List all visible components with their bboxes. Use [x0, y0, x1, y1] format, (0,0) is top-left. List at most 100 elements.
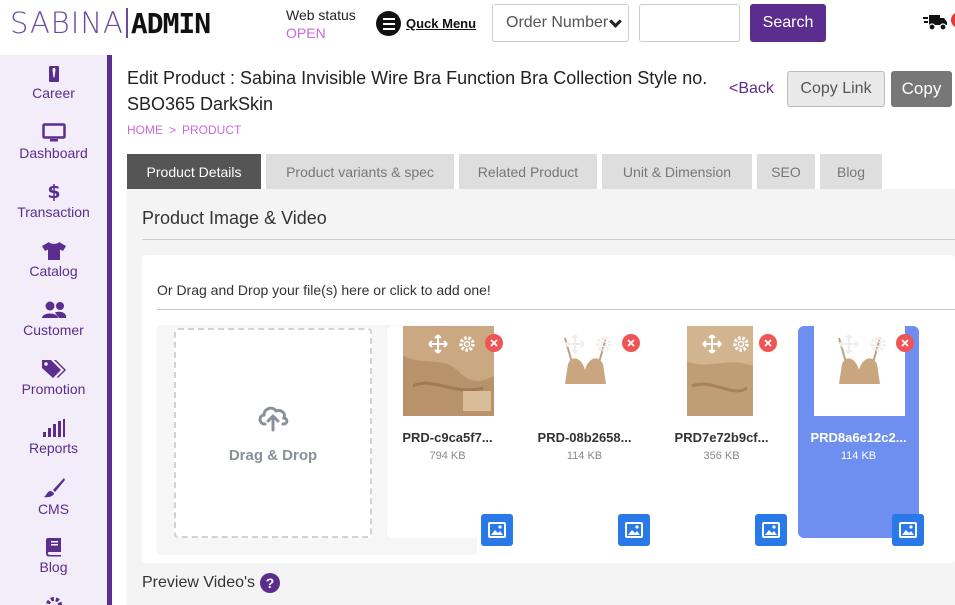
- sidebar-item-catalog[interactable]: Catalog: [0, 241, 107, 279]
- product-thumbnail: [677, 326, 768, 416]
- product-thumbnail: [540, 326, 631, 416]
- sidebar-item-label: CMS: [37, 501, 70, 517]
- page-title: Edit Product : Sabina Invisible Wire Bra…: [127, 68, 708, 114]
- delete-icon[interactable]: [896, 334, 914, 352]
- image-icon: [625, 522, 643, 538]
- search-button[interactable]: Search: [750, 4, 826, 42]
- tab-unit-dimension[interactable]: Unit & Dimension: [602, 154, 752, 189]
- main-content: Edit Product : Sabina Invisible Wire Bra…: [112, 55, 955, 605]
- copy-link-button[interactable]: Copy Link: [787, 71, 885, 107]
- image-card[interactable]: PRD7e72b9cf... 356 KB: [661, 326, 787, 546]
- move-icon[interactable]: [839, 334, 859, 354]
- order-number-select[interactable]: Order Number: [492, 4, 629, 42]
- web-status: Web status OPEN: [286, 6, 356, 42]
- quick-menu-label: Quck Menu: [406, 16, 477, 31]
- svg-text:$: $: [47, 181, 60, 202]
- image-button[interactable]: [755, 514, 787, 546]
- gear-icon[interactable]: [868, 334, 888, 354]
- move-icon[interactable]: [565, 334, 585, 354]
- tab-product-variants[interactable]: Product variants & spec: [266, 154, 454, 189]
- file-size: 114 KB: [840, 450, 877, 462]
- book-icon: [45, 538, 61, 557]
- sidebar: Career Dashboard $ Transaction Catalog C…: [0, 55, 112, 605]
- tab-product-details[interactable]: Product Details: [127, 154, 261, 189]
- truck-icon[interactable]: [923, 12, 947, 32]
- gear-icon: [45, 597, 62, 605]
- sidebar-item-label: Dashboard: [19, 145, 88, 161]
- file-size: 356 KB: [703, 450, 740, 462]
- divider: [157, 309, 955, 310]
- signal-icon: [42, 419, 65, 437]
- breadcrumb-product[interactable]: PRODUCT: [182, 123, 241, 137]
- help-icon[interactable]: ?: [260, 573, 281, 593]
- tab-seo[interactable]: SEO: [757, 154, 815, 189]
- sidebar-item-label: Customer: [23, 322, 84, 338]
- delete-icon[interactable]: [759, 334, 777, 352]
- shirt-icon: [41, 242, 66, 260]
- tab-blog[interactable]: Blog: [820, 154, 882, 189]
- sidebar-item-blog[interactable]: Blog: [0, 537, 107, 575]
- image-card[interactable]: PRD-08b2658... 114 KB: [524, 326, 650, 546]
- drop-hint: Or Drag and Drop your file(s) here or cl…: [157, 282, 491, 298]
- image-button[interactable]: [618, 514, 650, 546]
- sidebar-item-settings[interactable]: [0, 596, 107, 605]
- file-size: 794 KB: [429, 450, 466, 462]
- divider: [142, 239, 955, 240]
- search-input[interactable]: [639, 4, 740, 42]
- sidebar-item-label: Career: [32, 85, 75, 101]
- product-thumbnail: [814, 326, 905, 416]
- sidebar-item-promotion[interactable]: Promotion: [0, 359, 107, 397]
- breadcrumb-separator: >: [169, 123, 177, 137]
- sidebar-item-label: Transaction: [17, 204, 90, 220]
- users-icon: [41, 301, 66, 318]
- preview-videos-title: Preview Video's ?: [142, 573, 281, 593]
- chevron-down-icon: [609, 15, 622, 28]
- gear-icon[interactable]: [594, 334, 614, 354]
- sidebar-item-label: Promotion: [21, 381, 86, 397]
- monitor-icon: [41, 123, 66, 142]
- file-size: 114 KB: [566, 450, 603, 462]
- image-button[interactable]: [892, 514, 924, 546]
- image-button[interactable]: [481, 514, 513, 546]
- quick-menu-button[interactable]: Quck Menu: [376, 11, 476, 36]
- gear-icon[interactable]: [731, 334, 751, 354]
- image-card[interactable]: PRD-c9ca5f7... 794 KB: [387, 326, 513, 546]
- dollar-icon: $: [47, 181, 60, 202]
- sidebar-item-label: Blog: [39, 559, 68, 575]
- drag-drop-label: Drag & Drop: [228, 447, 318, 464]
- file-name: PRD-c9ca5f7...: [402, 430, 493, 445]
- drag-drop-box[interactable]: Drag & Drop: [174, 328, 372, 538]
- file-name: PRD7e72b9cf...: [674, 430, 769, 445]
- logo[interactable]: SABINA ADMIN: [10, 6, 211, 40]
- tie-icon: [48, 66, 59, 82]
- move-icon[interactable]: [428, 334, 448, 354]
- tab-bar: Product Details Product variants & spec …: [127, 154, 882, 189]
- file-name: PRD8a6e12c2...: [810, 430, 907, 445]
- delete-icon[interactable]: [622, 334, 640, 352]
- upload-panel: Or Drag and Drop your file(s) here or cl…: [142, 255, 955, 563]
- sidebar-item-label: Catalog: [29, 263, 78, 279]
- sidebar-item-transaction[interactable]: $ Transaction: [0, 180, 107, 220]
- breadcrumb: HOME > PRODUCT: [127, 123, 241, 137]
- sidebar-item-cms[interactable]: CMS: [0, 477, 107, 517]
- preview-videos-label: Preview Video's: [142, 574, 256, 591]
- sidebar-item-reports[interactable]: Reports: [0, 418, 107, 456]
- sidebar-item-label: Reports: [28, 440, 79, 456]
- notification-badge[interactable]: [951, 12, 955, 28]
- product-thumbnail: [403, 326, 494, 416]
- move-icon[interactable]: [702, 334, 722, 354]
- breadcrumb-home[interactable]: HOME: [127, 123, 163, 137]
- logo-admin-text: ADMIN: [130, 6, 211, 40]
- sidebar-item-career[interactable]: Career: [0, 65, 107, 101]
- tab-related-product[interactable]: Related Product: [459, 154, 597, 189]
- web-status-label: Web status: [286, 7, 356, 23]
- sidebar-item-customer[interactable]: Customer: [0, 300, 107, 338]
- copy-button[interactable]: Copy: [891, 71, 952, 107]
- cloud-upload-icon: [258, 406, 289, 432]
- delete-icon[interactable]: [485, 334, 503, 352]
- sidebar-item-dashboard[interactable]: Dashboard: [0, 123, 107, 161]
- image-card-selected[interactable]: PRD8a6e12c2... 114 KB: [798, 326, 924, 546]
- gear-icon[interactable]: [457, 334, 477, 354]
- image-icon: [488, 522, 506, 538]
- back-link[interactable]: <Back: [729, 80, 774, 98]
